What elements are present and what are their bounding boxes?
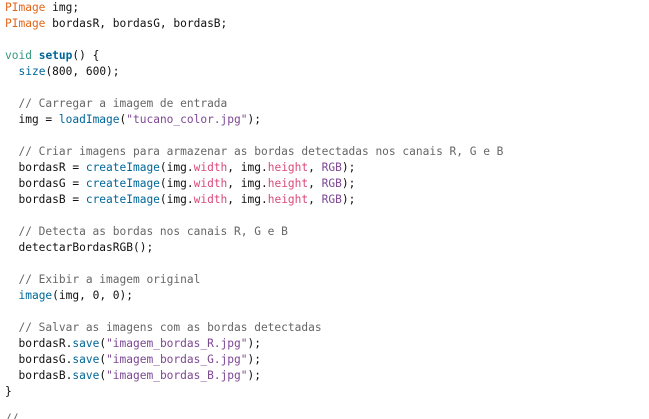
- code-token: "imagem_bordas_B.jpg": [106, 369, 248, 382]
- code-line[interactable]: }: [5, 384, 649, 400]
- code-line[interactable]: img = loadImage("tucano_color.jpg");: [5, 112, 649, 128]
- code-token: save: [72, 353, 100, 366]
- code-token: ,: [308, 177, 322, 190]
- code-token: createImage: [85, 161, 160, 174]
- code-token: width: [193, 177, 228, 190]
- code-token: (800, 600);: [45, 65, 120, 78]
- code-token: "tucano_color.jpg": [126, 113, 248, 126]
- code-token: size: [18, 65, 46, 78]
- code-token: createImage: [85, 193, 160, 206]
- code-token: // Exibir a imagem original: [5, 273, 201, 286]
- code-token: );: [341, 193, 356, 206]
- code-line[interactable]: PImage bordasR, bordasG, bordasB;: [5, 16, 649, 32]
- code-token: , img.: [227, 177, 268, 190]
- code-line[interactable]: // Carregar a imagem de entrada: [5, 96, 649, 112]
- code-token: setup: [38, 49, 73, 62]
- code-line[interactable]: void setup() {: [5, 48, 649, 64]
- code-line[interactable]: [5, 304, 649, 320]
- code-line[interactable]: [5, 32, 649, 48]
- code-line[interactable]: size(800, 600);: [5, 64, 649, 80]
- code-token: detectarBordasRGB();: [5, 241, 154, 254]
- code-token: RGB: [321, 193, 342, 206]
- code-line[interactable]: bordasR = createImage(img.width, img.hei…: [5, 160, 649, 176]
- code-token: }: [5, 385, 12, 398]
- code-token: bordasG =: [5, 177, 86, 190]
- code-line[interactable]: [5, 80, 649, 96]
- code-token: , img.: [227, 193, 268, 206]
- code-line[interactable]: bordasB.save("imagem_bordas_B.jpg");: [5, 368, 649, 384]
- code-token: );: [247, 369, 261, 382]
- code-token: void: [5, 49, 32, 62]
- code-line[interactable]: // Salvar as imagens com as bordas detec…: [5, 320, 649, 336]
- code-token: (img.: [159, 193, 194, 206]
- code-line[interactable]: bordasR.save("imagem_bordas_R.jpg");: [5, 336, 649, 352]
- code-token: height: [267, 193, 309, 206]
- code-line[interactable]: bordasG = createImage(img.width, img.hei…: [5, 176, 649, 192]
- code-token: image: [18, 289, 53, 302]
- code-token: bordasR, bordasG, bordasB;: [45, 17, 228, 30]
- code-token: "imagem_bordas_G.jpg": [106, 353, 248, 366]
- code-line-partial: // ...: [5, 412, 46, 419]
- code-line[interactable]: // Exibir a imagem original: [5, 272, 649, 288]
- code-token: img;: [45, 1, 80, 14]
- code-line[interactable]: // Criar imagens para armazenar as borda…: [5, 144, 649, 160]
- code-token: (img.: [159, 177, 194, 190]
- code-token: );: [341, 177, 356, 190]
- code-token: RGB: [321, 161, 342, 174]
- code-token: "imagem_bordas_R.jpg": [106, 337, 248, 350]
- code-token: (img, 0, 0);: [52, 289, 133, 302]
- code-editor[interactable]: PImage img; PImage bordasR, bordasG, bord…: [0, 0, 649, 419]
- code-token: bordasR.: [5, 337, 73, 350]
- code-token: // Salvar as imagens com as bordas detec…: [5, 321, 322, 334]
- code-token: createImage: [85, 177, 160, 190]
- code-token: width: [193, 161, 228, 174]
- code-token: );: [247, 337, 261, 350]
- code-token: width: [193, 193, 228, 206]
- code-token: );: [341, 161, 356, 174]
- code-line[interactable]: [5, 128, 649, 144]
- code-line[interactable]: detectarBordasRGB();: [5, 240, 649, 256]
- code-token: // Criar imagens para armazenar as borda…: [5, 145, 504, 158]
- code-area[interactable]: PImage img; PImage bordasR, bordasG, bord…: [0, 0, 649, 400]
- code-token: bordasB.: [5, 369, 73, 382]
- code-token: // Carregar a imagem de entrada: [5, 97, 228, 110]
- code-token: ,: [308, 193, 322, 206]
- code-token: img =: [5, 113, 59, 126]
- code-line[interactable]: [5, 256, 649, 272]
- code-token: bordasR =: [5, 161, 86, 174]
- code-token: );: [247, 113, 261, 126]
- code-token: height: [267, 161, 309, 174]
- code-line[interactable]: image(img, 0, 0);: [5, 288, 649, 304]
- code-token: save: [72, 369, 100, 382]
- code-token: save: [72, 337, 100, 350]
- code-line[interactable]: PImage img;: [5, 0, 649, 16]
- code-line[interactable]: // Detecta as bordas nos canais R, G e B: [5, 224, 649, 240]
- code-line[interactable]: [5, 208, 649, 224]
- code-line[interactable]: bordasB = createImage(img.width, img.hei…: [5, 192, 649, 208]
- code-token: height: [267, 177, 309, 190]
- code-token: RGB: [321, 177, 342, 190]
- code-token: bordasB =: [5, 193, 86, 206]
- code-token: );: [247, 353, 261, 366]
- code-token: PImage: [5, 17, 46, 30]
- code-line[interactable]: bordasG.save("imagem_bordas_G.jpg");: [5, 352, 649, 368]
- code-token: ,: [308, 161, 322, 174]
- code-token: PImage: [5, 1, 46, 14]
- code-token: , img.: [227, 161, 268, 174]
- code-token: () {: [72, 49, 100, 62]
- code-token: (img.: [159, 161, 194, 174]
- code-token: loadImage: [58, 113, 120, 126]
- code-token: bordasG.: [5, 353, 73, 366]
- code-token: // Detecta as bordas nos canais R, G e B: [5, 225, 288, 238]
